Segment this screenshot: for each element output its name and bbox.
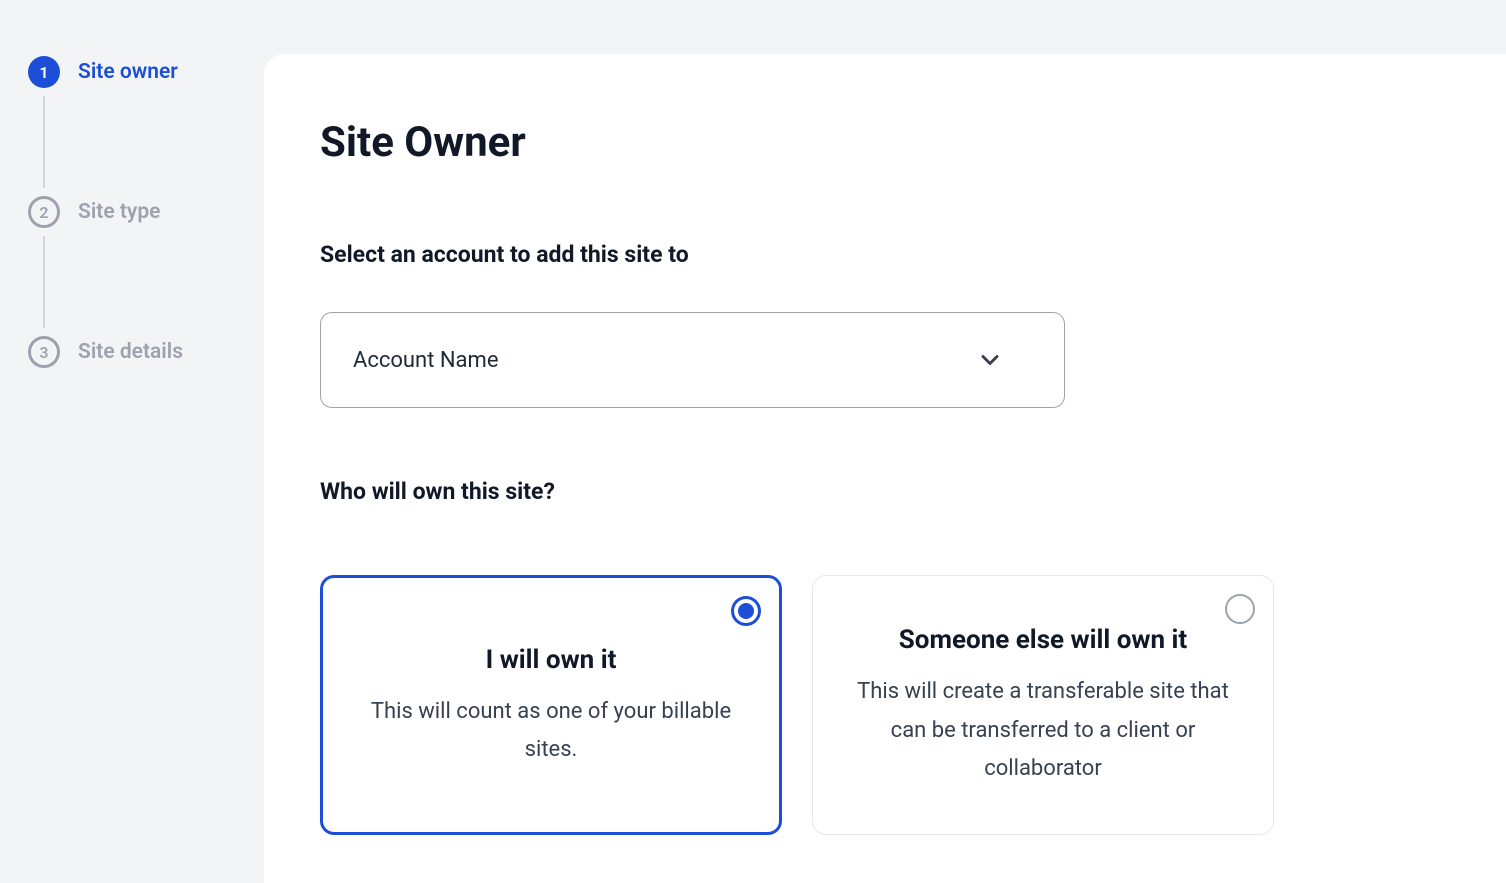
- owner-option-other[interactable]: Someone else will own it This will creat…: [812, 575, 1274, 835]
- owner-option-self[interactable]: I will own it This will count as one of …: [320, 575, 782, 835]
- account-select[interactable]: Account Name: [320, 312, 1065, 408]
- step-label: Site type: [78, 200, 160, 224]
- step-site-owner[interactable]: 1 Site owner: [28, 56, 264, 88]
- step-connector: [43, 236, 45, 328]
- owner-options-row: I will own it This will count as one of …: [320, 575, 1450, 835]
- chevron-down-icon: [976, 346, 1004, 374]
- owner-section-label: Who will own this site?: [320, 478, 1450, 505]
- owner-option-desc: This will create a transferable site tha…: [853, 673, 1233, 789]
- radio-unselected-icon: [1225, 594, 1255, 624]
- step-site-details[interactable]: 3 Site details: [28, 336, 264, 368]
- owner-option-title: I will own it: [486, 645, 617, 675]
- step-label: Site details: [78, 340, 183, 364]
- account-select-wrapper: Account Name: [320, 312, 1065, 408]
- step-number-badge: 3: [28, 336, 60, 368]
- account-select-value: Account Name: [353, 348, 498, 373]
- page-title: Site Owner: [320, 118, 1450, 167]
- account-section-label: Select an account to add this site to: [320, 241, 1450, 268]
- owner-option-desc: This will count as one of your billable …: [363, 693, 739, 770]
- step-number-badge: 1: [28, 56, 60, 88]
- step-site-type[interactable]: 2 Site type: [28, 196, 264, 228]
- step-number-badge: 2: [28, 196, 60, 228]
- step-connector: [43, 96, 45, 188]
- wizard-stepper: 1 Site owner 2 Site type 3 Site details: [0, 0, 264, 883]
- radio-selected-icon: [731, 596, 761, 626]
- owner-option-title: Someone else will own it: [899, 625, 1187, 655]
- step-label: Site owner: [78, 60, 178, 84]
- main-panel: Site Owner Select an account to add this…: [264, 54, 1506, 883]
